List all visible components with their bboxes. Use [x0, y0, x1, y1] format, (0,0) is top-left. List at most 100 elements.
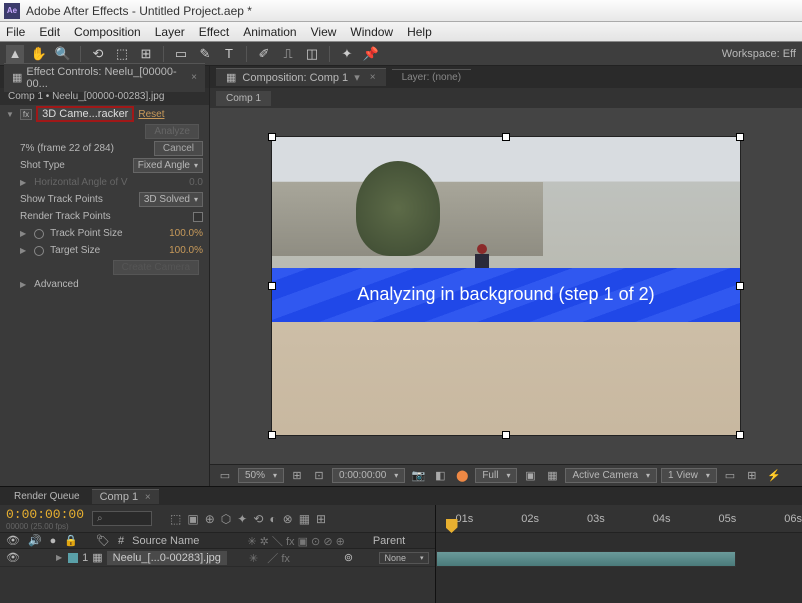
lock-column-icon[interactable]: 🔒: [64, 534, 78, 547]
resolution-dropdown[interactable]: Full: [475, 468, 517, 483]
menu-effect[interactable]: Effect: [199, 25, 229, 39]
disclosure-icon[interactable]: ▶: [20, 246, 26, 255]
pen-tool-icon[interactable]: ✎: [196, 45, 214, 63]
transform-handle[interactable]: [268, 431, 276, 439]
timeline-comp-tab[interactable]: Comp 1 ×: [92, 489, 159, 504]
stopwatch-icon[interactable]: [34, 229, 44, 239]
fast-preview-icon[interactable]: ⚡: [765, 468, 783, 484]
transform-handle[interactable]: [268, 282, 276, 290]
grid-icon-2[interactable]: ⊡: [310, 468, 328, 484]
advanced-label[interactable]: Advanced: [34, 279, 203, 290]
show-track-points-dropdown[interactable]: 3D Solved: [139, 192, 203, 207]
view-dropdown[interactable]: 1 View: [661, 468, 717, 483]
tl-icon[interactable]: ⊞: [316, 512, 326, 526]
track-point-size-value[interactable]: 100.0%: [169, 228, 203, 239]
layer-tab[interactable]: Layer: (none): [392, 69, 471, 85]
transform-handle[interactable]: [502, 431, 510, 439]
cancel-button[interactable]: Cancel: [154, 141, 203, 156]
parent-pickwhip-icon[interactable]: ⊚: [344, 551, 353, 564]
tl-icon[interactable]: ◐: [269, 512, 276, 526]
composition-viewer[interactable]: Analyzing in background (step 1 of 2): [210, 108, 802, 464]
zoom-dropdown[interactable]: 50%: [238, 468, 284, 483]
tl-icon[interactable]: ⊕: [205, 512, 215, 526]
close-tab-icon[interactable]: ×: [145, 492, 151, 503]
disclosure-icon[interactable]: ▶: [20, 280, 26, 289]
disclosure-icon[interactable]: ▶: [20, 229, 26, 238]
close-tab-icon[interactable]: ×: [191, 72, 197, 83]
pan-behind-tool-icon[interactable]: ⊞: [137, 45, 155, 63]
transform-handle[interactable]: [736, 431, 744, 439]
layer-name[interactable]: Neelu_[...0-00283].jpg: [107, 551, 227, 565]
color-icon[interactable]: ⬤: [453, 468, 471, 484]
menu-edit[interactable]: Edit: [39, 25, 60, 39]
tl-icon[interactable]: ⬡: [221, 512, 231, 526]
tl-icon[interactable]: ✦: [237, 512, 247, 526]
current-time[interactable]: 0:00:00:00: [6, 507, 84, 522]
eye-column-icon[interactable]: 👁: [6, 534, 20, 547]
camera-dropdown[interactable]: Active Camera: [565, 468, 657, 483]
layer-clip[interactable]: [436, 551, 736, 567]
footage-frame[interactable]: Analyzing in background (step 1 of 2): [271, 136, 741, 436]
tl-icon[interactable]: ⟲: [253, 512, 263, 526]
parent-dropdown[interactable]: None: [379, 552, 428, 564]
rotate-tool-icon[interactable]: ⟲: [89, 45, 107, 63]
camera-tool-icon[interactable]: ⬚: [113, 45, 131, 63]
effect-header[interactable]: ▼ fx 3D Came...racker Reset: [0, 105, 209, 123]
audio-column-icon[interactable]: 🔊: [28, 534, 42, 547]
tl-icon[interactable]: ⬚: [170, 512, 181, 526]
disclosure-icon[interactable]: ▼: [6, 110, 14, 119]
zoom-tool-icon[interactable]: 🔍: [54, 45, 72, 63]
time-ruler[interactable]: 01s 02s 03s 04s 05s 06s: [436, 505, 802, 533]
solo-column-icon[interactable]: ●: [50, 535, 57, 547]
type-tool-icon[interactable]: T: [220, 45, 238, 63]
composition-tab[interactable]: ▦ Composition: Comp 1 ▾ ×: [216, 68, 386, 86]
menu-file[interactable]: File: [6, 25, 25, 39]
menu-help[interactable]: Help: [407, 25, 432, 39]
comp-subtab[interactable]: Comp 1: [216, 91, 271, 106]
transform-handle[interactable]: [736, 133, 744, 141]
brush-tool-icon[interactable]: ✐: [255, 45, 273, 63]
menu-animation[interactable]: Animation: [243, 25, 296, 39]
menu-layer[interactable]: Layer: [155, 25, 185, 39]
playhead[interactable]: [446, 519, 458, 533]
timeline-search-input[interactable]: [92, 511, 152, 526]
eraser-tool-icon[interactable]: ◫: [303, 45, 321, 63]
menu-window[interactable]: Window: [350, 25, 393, 39]
track-area[interactable]: [436, 533, 802, 603]
grid-icon-1[interactable]: ⊞: [288, 468, 306, 484]
disclosure-icon[interactable]: ▶: [20, 178, 26, 187]
tl-icon[interactable]: ▣: [187, 512, 198, 526]
menu-view[interactable]: View: [311, 25, 337, 39]
puppet-tool-icon[interactable]: 📌: [362, 45, 380, 63]
eye-icon[interactable]: 👁: [6, 551, 20, 564]
tl-icon[interactable]: ▦: [299, 512, 310, 526]
layer-row[interactable]: 👁 ▶ 1 ▦ Neelu_[...0-00283].jpg ✳ ／ fx ⊚ …: [0, 549, 435, 567]
render-track-points-checkbox[interactable]: [193, 212, 203, 222]
roi-icon[interactable]: ▣: [521, 468, 539, 484]
snapshot-icon[interactable]: 📷: [409, 468, 427, 484]
time-display[interactable]: 0:00:00:00: [332, 468, 405, 483]
hand-tool-icon[interactable]: ✋: [30, 45, 48, 63]
pixel-aspect-icon[interactable]: ⊞: [743, 468, 761, 484]
transform-handle[interactable]: [268, 133, 276, 141]
fx-badge-icon[interactable]: fx: [20, 109, 32, 120]
reset-link[interactable]: Reset: [138, 109, 164, 120]
tl-icon[interactable]: ⊗: [283, 512, 293, 526]
transform-handle[interactable]: [736, 282, 744, 290]
menu-composition[interactable]: Composition: [74, 25, 141, 39]
close-tab-icon[interactable]: ×: [370, 72, 376, 83]
target-size-value[interactable]: 100.0%: [169, 245, 203, 256]
channel-icon[interactable]: ◧: [431, 468, 449, 484]
transform-handle[interactable]: [502, 133, 510, 141]
selection-tool-icon[interactable]: ▲: [6, 45, 24, 63]
effect-controls-tab[interactable]: ▦ Effect Controls: Neelu_[00000-00... ×: [4, 63, 205, 92]
magnify-icon[interactable]: ▭: [216, 468, 234, 484]
rect-tool-icon[interactable]: ▭: [172, 45, 190, 63]
stopwatch-icon[interactable]: [34, 246, 44, 256]
view-opt-icon[interactable]: ▭: [721, 468, 739, 484]
shot-type-dropdown[interactable]: Fixed Angle: [133, 158, 203, 173]
source-name-column[interactable]: Source Name: [132, 535, 199, 547]
effect-name[interactable]: 3D Came...racker: [36, 106, 134, 122]
disclosure-icon[interactable]: ▶: [56, 553, 62, 562]
layer-color-icon[interactable]: [68, 553, 78, 563]
